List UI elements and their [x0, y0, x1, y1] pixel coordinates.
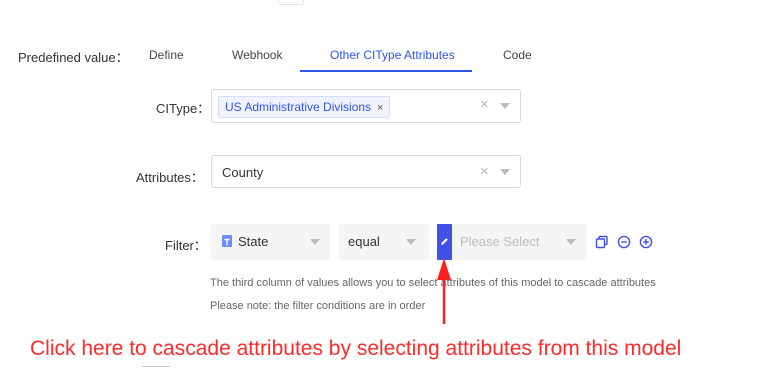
annotation-caption: Click here to cascade attributes by sele… [30, 337, 682, 360]
attributes-select[interactable]: County × [211, 155, 521, 188]
attributes-value: County [222, 165, 264, 180]
citype-clear-icon[interactable]: × [480, 97, 489, 112]
filter-attribute-chevron-down-icon [310, 239, 320, 245]
filter-hint-order: Please note: the filter conditions are i… [210, 300, 426, 312]
predefined-value-label: Predefined value： [18, 50, 129, 65]
tab-define[interactable]: Define [149, 48, 184, 62]
attributes-chevron-down-icon[interactable] [500, 169, 510, 175]
attributes-clear-icon[interactable]: × [480, 164, 489, 179]
citype-label: CIType： [156, 101, 211, 116]
citype-select[interactable]: US Administrative Divisions × × [211, 89, 521, 123]
attributes-label: Attributes： [136, 170, 204, 185]
citype-chevron-down-icon[interactable] [500, 103, 510, 109]
annotation-arrow-icon [437, 258, 451, 324]
text-attribute-icon [222, 235, 232, 247]
citype-tag-label: US Administrative Divisions [225, 100, 372, 114]
filter-value-select[interactable]: Please Select [452, 224, 587, 260]
pencil-icon [441, 238, 448, 245]
top-partial-control [278, 0, 304, 5]
copy-icon[interactable] [595, 235, 609, 249]
filter-operator-chevron-down-icon [406, 239, 416, 245]
cascade-edit-button[interactable] [437, 224, 452, 260]
filter-operator-value: equal [348, 234, 380, 249]
remove-row-icon[interactable] [617, 235, 631, 249]
filter-label: Filter： [165, 238, 207, 253]
bottom-partial-control [142, 366, 170, 373]
tab-webhook[interactable]: Webhook [232, 48, 282, 62]
filter-value-chevron-down-icon [566, 239, 576, 245]
add-row-icon[interactable] [639, 235, 653, 249]
tab-code[interactable]: Code [503, 48, 532, 62]
filter-attribute-select[interactable]: State [211, 224, 330, 260]
filter-operator-select[interactable]: equal [339, 224, 429, 260]
tab-other-citype-attributes[interactable]: Other CIType Attributes [330, 48, 455, 62]
filter-value-placeholder: Please Select [460, 234, 540, 249]
filter-attribute-value: State [238, 234, 269, 249]
tag-remove-icon[interactable]: × [377, 102, 383, 114]
citype-selected-tag: US Administrative Divisions × [218, 96, 391, 118]
active-tab-indicator [300, 70, 472, 72]
